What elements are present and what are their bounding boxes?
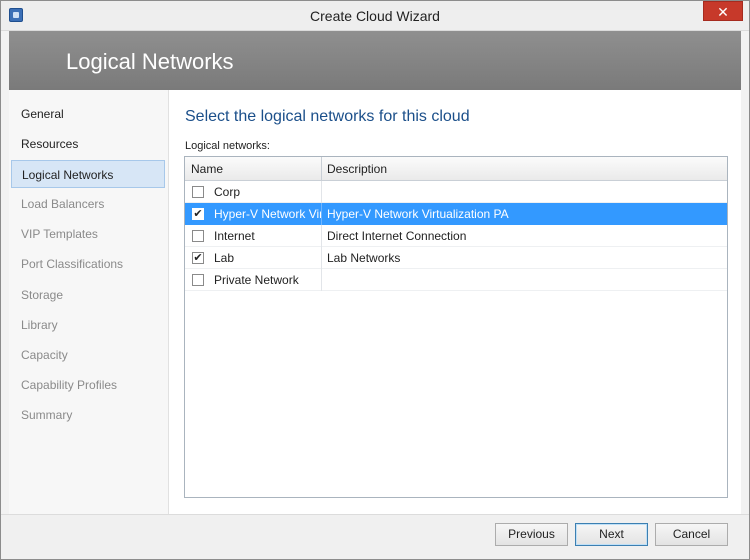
row-checkbox[interactable] xyxy=(192,274,204,286)
network-name: Internet xyxy=(214,229,255,243)
logical-networks-label: Logical networks: xyxy=(185,140,270,152)
row-checkbox[interactable]: ✔ xyxy=(192,208,204,220)
nav-item-library: Library xyxy=(21,318,58,332)
section-heading: Select the logical networks for this clo… xyxy=(185,108,470,125)
table-row[interactable]: Private Network xyxy=(185,269,727,291)
table-row[interactable]: Corp xyxy=(185,181,727,203)
nav-item-load-balancers: Load Balancers xyxy=(21,197,105,211)
network-description: Lab Networks xyxy=(327,251,401,265)
network-name: Hyper-V Network Virtualization PA xyxy=(214,207,322,221)
nav-item-general[interactable]: General xyxy=(11,100,165,128)
row-checkbox[interactable] xyxy=(192,186,204,198)
name-cell: Corp xyxy=(185,181,322,203)
network-name: Lab xyxy=(214,251,235,265)
page-title: Logical Networks xyxy=(66,49,234,74)
page-banner: Logical Networks xyxy=(9,31,741,90)
window-title: Create Cloud Wizard xyxy=(310,8,440,24)
nav-item-logical-networks[interactable]: Logical Networks xyxy=(11,160,165,188)
network-description xyxy=(322,181,727,203)
table-row[interactable]: Internet Direct Internet Connection xyxy=(185,225,727,247)
grid-header: Name Description xyxy=(185,157,727,181)
name-cell: ✔ Hyper-V Network Virtualization PA xyxy=(185,203,322,225)
network-name: Corp xyxy=(214,185,241,199)
name-cell: Internet xyxy=(185,225,322,247)
previous-button[interactable]: Previous xyxy=(495,523,568,546)
cancel-button[interactable]: Cancel xyxy=(655,523,728,546)
name-cell: Private Network xyxy=(185,269,322,291)
row-checkbox[interactable] xyxy=(192,230,204,242)
network-description: Hyper-V Network Virtualization PA xyxy=(327,207,509,221)
name-cell: ✔ Lab xyxy=(185,247,322,269)
network-description xyxy=(322,269,727,291)
table-row[interactable]: ✔ Lab Lab Networks xyxy=(185,247,727,269)
next-button[interactable]: Next xyxy=(575,523,648,546)
network-description: Direct Internet Connection xyxy=(327,229,467,243)
title-bar: Create Cloud Wizard ✕ xyxy=(1,1,749,31)
row-checkbox[interactable]: ✔ xyxy=(192,252,204,264)
create-cloud-wizard-window: Create Cloud Wizard ✕ Logical Networks G… xyxy=(0,0,750,560)
main-content: Select the logical networks for this clo… xyxy=(169,90,741,514)
network-name: Private Network xyxy=(214,273,299,287)
nav-item-resources[interactable]: Resources xyxy=(11,130,165,158)
column-header-description[interactable]: Description xyxy=(322,157,727,181)
wizard-footer: Previous Next Cancel xyxy=(1,514,749,559)
nav-item-capacity: Capacity xyxy=(21,348,68,362)
nav-item-storage: Storage xyxy=(21,288,64,302)
logical-networks-grid: Name Description Corp ✔ Hyper-V Network … xyxy=(184,156,728,498)
nav-item-vip-templates: VIP Templates xyxy=(21,227,98,241)
nav-item-port-classifications: Port Classifications xyxy=(21,257,124,271)
nav-item-capability-profiles: Capability Profiles xyxy=(21,378,118,392)
close-button[interactable]: ✕ xyxy=(703,1,743,21)
nav-item-summary: Summary xyxy=(21,408,73,422)
wizard-nav: General Resources Logical Networks Load … xyxy=(9,90,169,514)
column-header-name[interactable]: Name xyxy=(185,157,322,181)
table-row[interactable]: ✔ Hyper-V Network Virtualization PA Hype… xyxy=(185,203,727,225)
